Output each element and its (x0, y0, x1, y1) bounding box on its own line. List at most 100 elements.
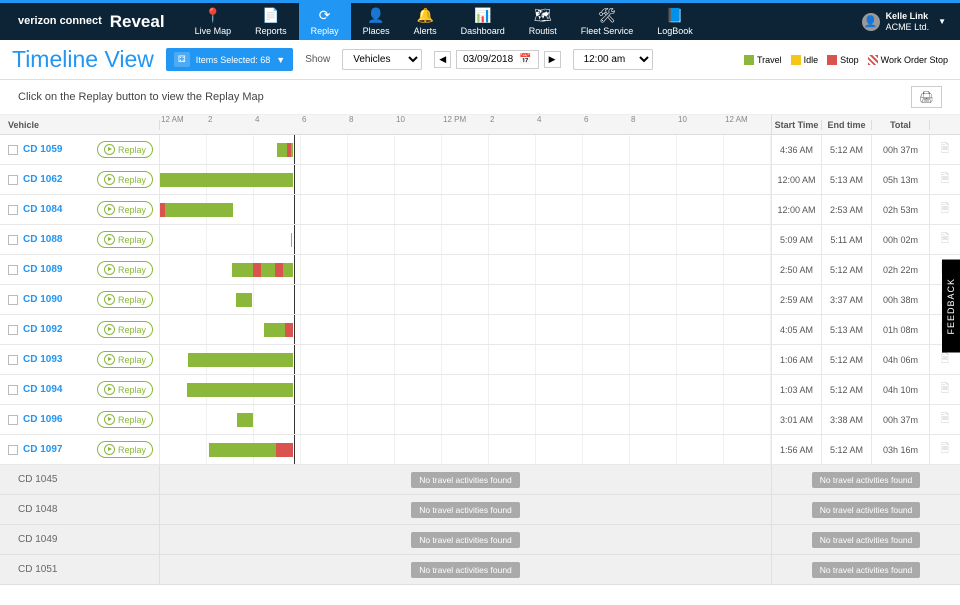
replay-button[interactable]: Replay (97, 351, 153, 368)
total-time: 00h 02m (872, 225, 930, 254)
chevron-down-icon: ▼ (938, 17, 946, 26)
nav-reports[interactable]: 📄Reports (243, 3, 299, 40)
row-action[interactable]: 🗎 (930, 410, 960, 429)
replay-button[interactable]: Replay (97, 441, 153, 458)
row-action[interactable]: 🗎 (930, 380, 960, 399)
vehicle-link[interactable]: CD 1094 (23, 384, 62, 395)
table-row: CD 1096 Replay 3:01 AM 3:38 AM 00h 37m 🗎 (0, 405, 960, 435)
row-checkbox[interactable] (8, 205, 18, 215)
gantt-segment (253, 263, 260, 277)
vehicle-link[interactable]: CD 1084 (23, 204, 62, 215)
hour-label: 4 (536, 115, 583, 134)
row-checkbox[interactable] (8, 325, 18, 335)
start-time: 2:59 AM (772, 285, 822, 314)
end-time: 5:12 AM (822, 255, 872, 284)
date-next-button[interactable]: ▶ (544, 51, 561, 68)
row-checkbox[interactable] (8, 415, 18, 425)
end-time: 3:38 AM (822, 405, 872, 434)
toolbar: Timeline View ⚃ Items Selected: 68 ▼ Sho… (0, 40, 960, 80)
vehicle-link[interactable]: CD 1089 (23, 264, 62, 275)
row-checkbox[interactable] (8, 355, 18, 365)
start-time: 12:00 AM (772, 195, 822, 224)
replay-button[interactable]: Replay (97, 141, 153, 158)
nav-icon: 🗺 (534, 7, 552, 24)
print-button[interactable]: 🖨 (911, 86, 942, 108)
nav-fleet-service[interactable]: 🛠 Fleet Service (569, 3, 646, 40)
vehicle-link[interactable]: CD 1093 (23, 354, 62, 365)
items-selected-dropdown[interactable]: ⚃ Items Selected: 68 ▼ (166, 48, 293, 71)
replay-button[interactable]: Replay (97, 201, 153, 218)
nav-label: Fleet Service (581, 26, 634, 36)
time-select[interactable]: 12:00 am (573, 49, 653, 70)
row-action[interactable]: 🗎 (930, 230, 960, 249)
replay-label: Replay (118, 355, 146, 365)
start-time: 12:00 AM (772, 165, 822, 194)
feedback-tab[interactable]: FEEDBACK (942, 260, 960, 353)
row-checkbox[interactable] (8, 385, 18, 395)
gantt-segment (283, 263, 292, 277)
timeline-cell (160, 135, 772, 164)
row-action[interactable]: 🗎 (930, 350, 960, 369)
nav-places[interactable]: 👤Places (351, 3, 402, 40)
user-menu[interactable]: 👤 Kelle Link ACME Ltd. ▼ (862, 11, 960, 33)
replay-button[interactable]: Replay (97, 411, 153, 428)
main-nav: 📍Live Map📄Reports⟳Replay👤Places🔔Alerts📊D… (183, 3, 705, 40)
vehicle-name: CD 1051 (0, 555, 160, 584)
nav-icon: 🛠 (598, 7, 616, 24)
gantt-segment (291, 143, 293, 157)
date-prev-button[interactable]: ◀ (434, 51, 451, 68)
vehicle-link[interactable]: CD 1096 (23, 414, 62, 425)
now-marker (294, 135, 295, 164)
tree-icon: ⚃ (174, 52, 190, 67)
replay-button[interactable]: Replay (97, 291, 153, 308)
row-checkbox[interactable] (8, 265, 18, 275)
table-row-empty: CD 1045 No travel activities found No tr… (0, 465, 960, 495)
chevron-down-icon: ▼ (276, 55, 285, 65)
vehicle-link[interactable]: CD 1062 (23, 174, 62, 185)
show-select[interactable]: Vehicles (342, 49, 422, 70)
vehicle-link[interactable]: CD 1097 (23, 444, 62, 455)
replay-button[interactable]: Replay (97, 171, 153, 188)
nav-replay[interactable]: ⟳Replay (299, 3, 351, 40)
row-action[interactable]: 🗎 (930, 170, 960, 189)
gantt-segment (276, 443, 292, 457)
row-checkbox[interactable] (8, 445, 18, 455)
start-time: 1:03 AM (772, 375, 822, 404)
legend: Travel Idle Stop Work Order Stop (744, 55, 948, 65)
nav-live-map[interactable]: 📍Live Map (183, 3, 244, 40)
date-picker[interactable]: 03/09/2018 📅 (456, 50, 539, 69)
end-time: 5:12 AM (822, 435, 872, 464)
replay-button[interactable]: Replay (97, 261, 153, 278)
replay-button[interactable]: Replay (97, 381, 153, 398)
replay-icon (104, 264, 115, 275)
replay-button[interactable]: Replay (97, 321, 153, 338)
row-action[interactable]: 🗎 (930, 140, 960, 159)
timeline-empty: No travel activities found (160, 525, 772, 554)
nav-label: Places (363, 26, 390, 36)
vehicle-link[interactable]: CD 1092 (23, 324, 62, 335)
nav-routist[interactable]: 🗺Routist (517, 3, 569, 40)
gantt-segment (275, 263, 284, 277)
row-checkbox[interactable] (8, 235, 18, 245)
start-time: 4:36 AM (772, 135, 822, 164)
vehicle-link[interactable]: CD 1090 (23, 294, 62, 305)
gantt-segment (165, 203, 233, 217)
vehicle-link[interactable]: CD 1088 (23, 234, 62, 245)
now-marker (294, 195, 295, 224)
timeline-cell (160, 195, 772, 224)
row-checkbox[interactable] (8, 175, 18, 185)
row-checkbox[interactable] (8, 145, 18, 155)
row-action[interactable]: 🗎 (930, 440, 960, 459)
vehicle-link[interactable]: CD 1059 (23, 144, 62, 155)
nav-logbook[interactable]: 📘LogBook (645, 3, 705, 40)
table-header: Vehicle 12 AM24681012 PM24681012 AM Star… (0, 115, 960, 135)
end-time: 3:37 AM (822, 285, 872, 314)
timeline-cell (160, 255, 772, 284)
nav-alerts[interactable]: 🔔Alerts (402, 3, 449, 40)
replay-button[interactable]: Replay (97, 231, 153, 248)
gantt-segment (160, 173, 293, 187)
total-time: 02h 53m (872, 195, 930, 224)
row-checkbox[interactable] (8, 295, 18, 305)
row-action[interactable]: 🗎 (930, 200, 960, 219)
nav-dashboard[interactable]: 📊Dashboard (449, 3, 517, 40)
